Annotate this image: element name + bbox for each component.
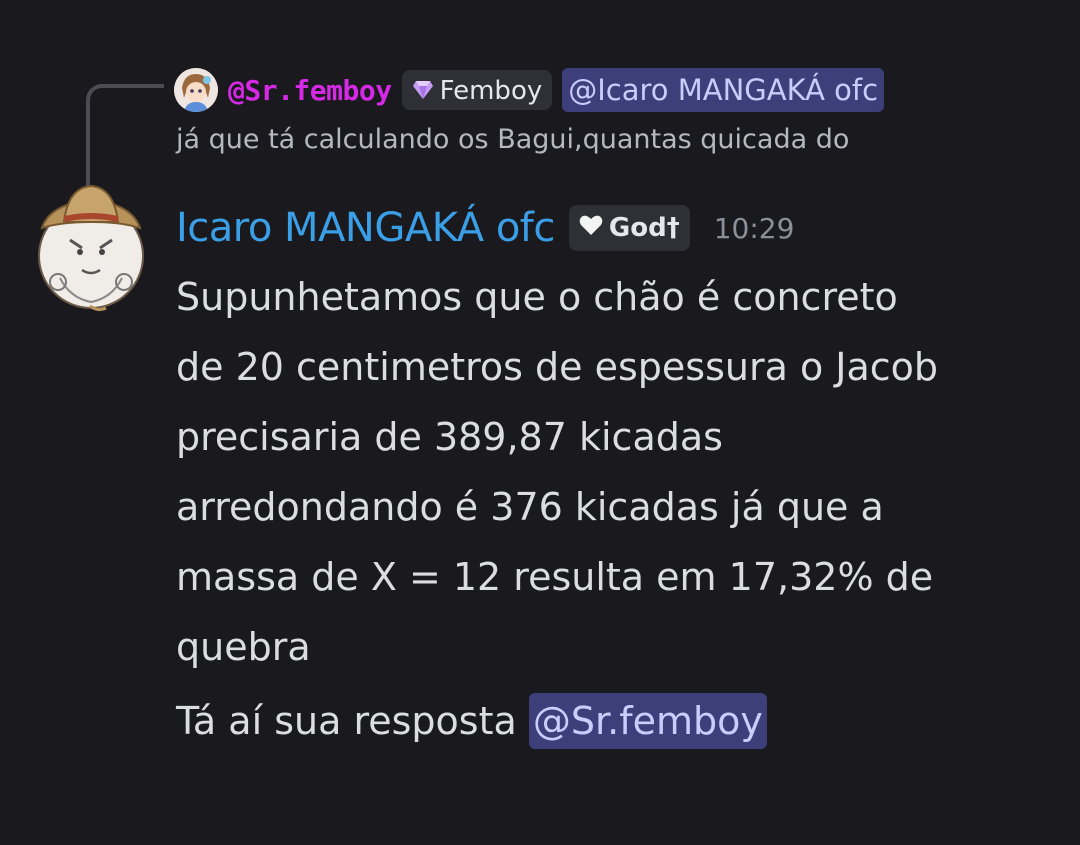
gem-icon xyxy=(412,80,434,103)
author-role-tag[interactable]: God† xyxy=(568,205,690,251)
chat-screen: @Sr.femboy Femboy @Icaro MANGAKÁ ofc já … xyxy=(0,0,1080,845)
message-answer-line[interactable]: Tá aí sua resposta @Sr.femboy xyxy=(176,688,767,754)
message-line: massa de X = 12 resulta em 17,32% de xyxy=(176,555,934,599)
reply-avatar[interactable] xyxy=(174,68,218,112)
message-body[interactable]: Supunhetamos que o chão é concreto de 20… xyxy=(176,262,1056,682)
answer-text: Tá aí sua resposta xyxy=(176,699,529,743)
message-timestamp[interactable]: 10:29 xyxy=(714,212,795,245)
message-line: precisaria de 389,87 kicadas xyxy=(176,415,723,459)
heart-icon xyxy=(579,214,603,242)
reply-mention[interactable]: @Icaro MANGAKÁ ofc xyxy=(562,68,885,112)
reply-role-tag[interactable]: Femboy xyxy=(401,70,553,110)
message-header: Icaro MANGAKÁ ofc God† 10:29 xyxy=(176,198,794,258)
reply-author-name[interactable]: @Sr.femboy xyxy=(228,74,392,107)
message-line: arredondando é 376 kicadas já que a xyxy=(176,485,884,529)
author-name[interactable]: Icaro MANGAKÁ ofc xyxy=(176,205,555,251)
reply-role-label: Femboy xyxy=(439,76,543,106)
author-role-label: God† xyxy=(608,213,680,243)
author-avatar[interactable] xyxy=(30,178,152,312)
reply-connector xyxy=(86,84,164,186)
reply-preview-text[interactable]: já que tá calculando os Bagui,quantas qu… xyxy=(176,124,849,155)
message-line: Supunhetamos que o chão é concreto xyxy=(176,275,898,319)
message-line: de 20 centimetros de espessura o Jacob xyxy=(176,345,939,389)
answer-mention[interactable]: @Sr.femboy xyxy=(528,693,767,749)
message-line: quebra xyxy=(176,625,311,669)
reply-header[interactable]: @Sr.femboy Femboy @Icaro MANGAKÁ ofc xyxy=(174,66,885,114)
